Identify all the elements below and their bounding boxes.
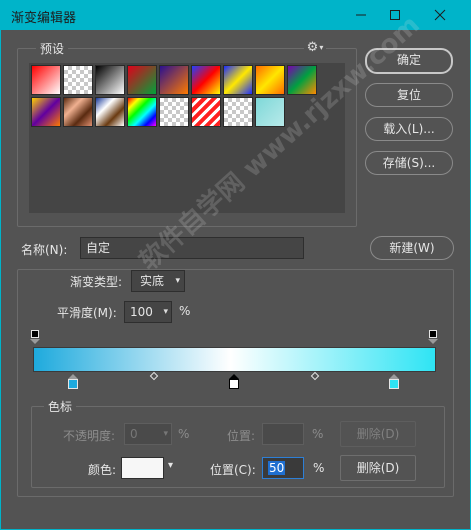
preset-swatch-spectrum[interactable]: [127, 97, 157, 127]
ok-button[interactable]: 确定: [365, 48, 453, 74]
close-icon[interactable]: [418, 0, 462, 30]
gradient-type-select[interactable]: 实底 ▾: [131, 270, 185, 292]
smoothness-input[interactable]: 100 ▾: [124, 301, 172, 323]
color-label: 颜色:: [88, 463, 117, 477]
smoothness-label: 平滑度(M):: [57, 306, 117, 320]
save-button[interactable]: 存储(S)...: [365, 151, 453, 175]
stops-label: 色标: [44, 398, 77, 415]
preset-swatch-yellow-violet-orange[interactable]: [31, 97, 61, 127]
color-stop-selected[interactable]: [229, 379, 239, 389]
preset-swatch-blue-yellow-blue[interactable]: [223, 65, 253, 95]
location-label: 位置(C):: [210, 463, 256, 477]
preset-swatch-black-white[interactable]: [95, 65, 125, 95]
load-button[interactable]: 载入(L)...: [365, 117, 453, 141]
color-dropdown-chevron-down-icon[interactable]: ▾: [168, 460, 173, 471]
title-bar: 渐变编辑器: [0, 0, 471, 30]
opacity-delete-button: 删除(D): [340, 421, 416, 447]
opacity-stop-right[interactable]: [429, 330, 437, 338]
preset-swatch-cyan-solid[interactable]: [255, 97, 285, 127]
opacity-label: 不透明度:: [63, 429, 116, 443]
opacity-location-input: [262, 423, 304, 445]
preset-swatch-blue-red-yellow[interactable]: [191, 65, 221, 95]
name-input[interactable]: 自定: [80, 237, 304, 259]
preset-swatch-transparent-stripes[interactable]: [191, 97, 221, 127]
maximize-icon[interactable]: [373, 0, 417, 30]
preset-swatch-violet-green-orange[interactable]: [287, 65, 317, 95]
gradient-type-label: 渐变类型:: [70, 275, 123, 289]
reset-button[interactable]: 复位: [365, 83, 453, 107]
preset-swatch-violet-orange[interactable]: [159, 65, 189, 95]
color-stop-right[interactable]: [389, 379, 399, 389]
chevron-down-icon: ▾: [163, 307, 168, 317]
preset-swatch-chrome[interactable]: [95, 97, 125, 127]
delete-stop-button[interactable]: 删除(D): [340, 455, 416, 481]
smoothness-unit: %: [179, 304, 191, 318]
opacity-location-unit: %: [312, 427, 324, 441]
opacity-location-label: 位置:: [227, 429, 256, 443]
color-swatch[interactable]: [121, 457, 164, 479]
preset-swatch-red-check[interactable]: [63, 65, 93, 95]
preset-swatch-transparent-checker[interactable]: [223, 97, 253, 127]
window-title: 渐变编辑器: [11, 11, 77, 26]
preset-swatch-transparent-rainbow[interactable]: [159, 97, 189, 127]
preset-swatch-red-green[interactable]: [127, 65, 157, 95]
chevron-down-icon: ▾: [163, 429, 168, 439]
location-unit: %: [313, 461, 325, 475]
gradient-preview-bar[interactable]: [33, 347, 436, 372]
presets-menu-gear-icon[interactable]: ⚙ ▾: [304, 39, 326, 55]
opacity-stop-right-caret: [428, 339, 438, 344]
preset-swatch-orange-yellow[interactable]: [255, 65, 285, 95]
presets-swatch-grid: [31, 65, 331, 131]
new-button[interactable]: 新建(W): [370, 236, 454, 260]
color-stop-left[interactable]: [68, 379, 78, 389]
preset-swatch-red-transparent[interactable]: [31, 65, 61, 95]
opacity-input: 0 ▾: [124, 423, 172, 445]
opacity-stop-left-caret: [30, 339, 40, 344]
opacity-unit: %: [178, 427, 190, 441]
opacity-stop-left[interactable]: [31, 330, 39, 338]
chevron-down-icon: ▾: [175, 276, 180, 286]
presets-label: 预设: [36, 40, 69, 57]
preset-swatch-copper[interactable]: [63, 97, 93, 127]
name-label: 名称(N):: [21, 243, 68, 257]
location-input[interactable]: 50: [262, 457, 304, 479]
